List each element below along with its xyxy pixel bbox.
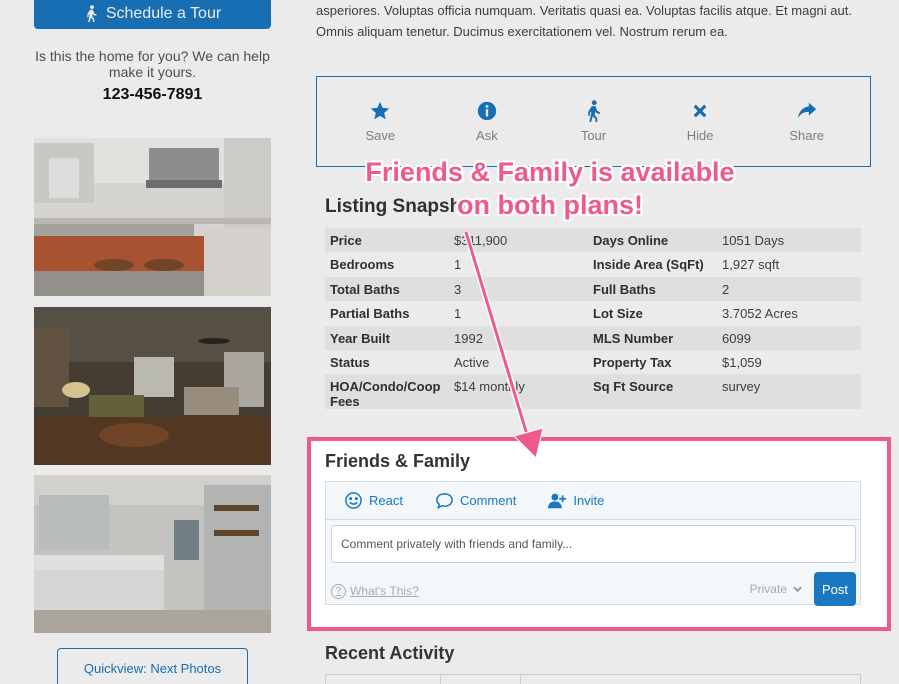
snapshot-value: 3.7052 Acres (722, 306, 798, 322)
recent-activity-table (325, 674, 861, 684)
table-row: Bedrooms 1 Inside Area (SqFt) 1,927 sqft (325, 252, 861, 276)
snapshot-value: 1 (454, 306, 462, 322)
listing-photo-kitchen[interactable] (34, 138, 271, 296)
ask-button[interactable]: Ask (447, 100, 527, 143)
chevron-down-icon (793, 586, 802, 592)
info-icon (477, 101, 497, 121)
snapshot-value: 1,927 sqft (722, 257, 780, 273)
smile-icon (345, 492, 362, 509)
snapshot-label: Total Baths (330, 281, 400, 297)
quickview-next-photos-button[interactable]: Quickview: Next Photos (57, 648, 248, 684)
snapshot-label: Price (330, 233, 362, 248)
snapshot-label: Full Baths (593, 281, 656, 297)
annotation-line-2: on both plans! (457, 190, 643, 220)
share-icon (797, 102, 816, 119)
snapshot-value: 6099 (722, 330, 751, 346)
hide-label: Hide (686, 128, 714, 143)
snapshot-value: 1992 (454, 330, 483, 346)
table-cell (326, 675, 441, 684)
schedule-tour-label: Schedule a Tour (105, 4, 222, 22)
snapshot-label: Bedrooms (330, 257, 395, 273)
snapshot-value: 1051 Days (722, 233, 785, 248)
listing-description: asperiores. Voluptas officia numquam. Ve… (316, 3, 852, 39)
post-button[interactable]: Post (814, 572, 856, 606)
snapshot-value: $311,900 (454, 233, 508, 248)
snapshot-label: Status (330, 354, 370, 370)
tour-button[interactable]: Tour (553, 100, 633, 143)
save-label: Save (365, 128, 396, 143)
ask-label: Ask (476, 128, 498, 143)
comment-icon (436, 493, 453, 510)
walking-icon (588, 100, 601, 122)
friends-family-footer: ? What's This? Private Post (331, 572, 856, 606)
listing-photo-bathroom[interactable] (34, 475, 271, 633)
react-tab[interactable]: React (344, 491, 403, 510)
friends-family-tabs: React Comment Invite (326, 482, 860, 520)
listing-photo-bedroom[interactable] (34, 307, 271, 465)
table-row: Year Built 1992 MLS Number 6099 (325, 325, 861, 350)
invite-tab[interactable]: Invite (548, 491, 604, 510)
share-button[interactable]: Share (767, 100, 847, 143)
star-icon (371, 101, 390, 120)
table-row: Price $311,900 Days Online 1051 Days (325, 228, 861, 253)
snapshot-value: 2 (722, 281, 730, 297)
save-button[interactable]: Save (340, 100, 420, 143)
question-icon: ? (331, 583, 346, 599)
table-row: Total Baths 3 Full Baths 2 (325, 276, 861, 302)
snapshot-label: Sq Ft Source (593, 379, 674, 395)
table-cell (441, 675, 521, 684)
comment-label: Comment (459, 493, 517, 508)
help-text: Is this the home for you? We can help ma… (35, 48, 270, 80)
share-label: Share (789, 128, 825, 143)
snapshot-value: $14 monthly (454, 379, 525, 395)
snapshot-label: Year Built (330, 330, 390, 346)
snapshot-label: Property Tax (593, 354, 672, 370)
recent-activity-title: Recent Activity (325, 643, 455, 663)
listing-action-bar: Save Ask Tour Hide Share (316, 76, 871, 167)
snapshot-label: Lot Size (593, 306, 643, 322)
whats-this-link[interactable]: ? What's This? (331, 583, 419, 599)
snapshot-value: Active (454, 354, 490, 370)
snapshot-label: Days Online (593, 233, 669, 248)
comment-tab[interactable]: Comment (435, 491, 516, 510)
annotation-callout: Friends & Family is available on both pl… (300, 156, 800, 222)
snapshot-value: $1,059 (722, 354, 762, 370)
snapshot-value: 3 (454, 281, 462, 297)
privacy-select[interactable]: Private (750, 582, 802, 596)
comment-input[interactable]: Comment privately with friends and famil… (331, 525, 856, 563)
whats-this-label: What's This? (350, 584, 419, 598)
snapshot-label: Inside Area (SqFt) (593, 257, 704, 273)
schedule-tour-button[interactable]: Schedule a Tour (34, 0, 271, 29)
listing-snapshot-table: Price $311,900 Days Online 1051 Days Bed… (325, 228, 861, 410)
snapshot-value: survey (722, 379, 761, 395)
hide-button[interactable]: Hide (660, 100, 740, 143)
snapshot-label: HOA/Condo/Coop Fees (330, 379, 441, 410)
annotation-line-1: Friends & Family is available (365, 157, 735, 187)
close-icon (693, 104, 707, 118)
table-row: HOA/Condo/Coop Fees $14 monthly Sq Ft So… (325, 374, 861, 410)
privacy-label: Private (749, 582, 787, 596)
react-label: React (369, 493, 403, 508)
table-row: Partial Baths 1 Lot Size 3.7052 Acres (325, 301, 861, 325)
tour-label: Tour (580, 128, 607, 143)
invite-label: Invite (573, 493, 605, 508)
table-row: Status Active Property Tax $1,059 (325, 350, 861, 374)
phone-number[interactable]: 123-456-7891 (34, 86, 271, 104)
walking-icon (87, 5, 97, 22)
snapshot-label: Partial Baths (330, 306, 410, 322)
add-user-icon (548, 493, 567, 509)
snapshot-value: 1 (454, 257, 462, 273)
friends-family-box: React Comment Invite Comment privately w… (325, 481, 861, 606)
snapshot-label: MLS Number (593, 330, 674, 346)
friends-family-title: Friends & Family (325, 451, 471, 471)
